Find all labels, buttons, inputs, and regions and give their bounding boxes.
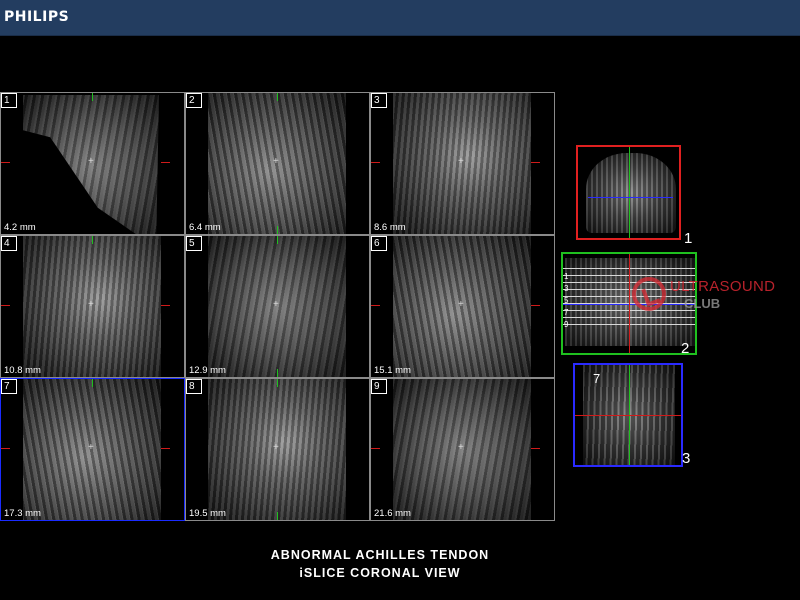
- slice-tile-3[interactable]: + 3 8.6 mm: [370, 92, 555, 235]
- ultrasound-club-logo-icon: [632, 277, 666, 311]
- red-marker: [371, 162, 380, 163]
- slice-tile-2[interactable]: + 2 6.4 mm: [185, 92, 370, 235]
- slice-depth: 4.2 mm: [4, 222, 36, 233]
- green-marker: [277, 369, 278, 377]
- slice-number: 8: [186, 379, 202, 394]
- green-marker: [629, 147, 630, 238]
- slice-depth: 6.4 mm: [189, 222, 221, 233]
- slice-depth: 15.1 mm: [374, 365, 411, 376]
- slice-mark: 9: [564, 320, 569, 329]
- title-bar: PHILIPS: [0, 0, 800, 36]
- green-marker: [277, 236, 278, 244]
- slice-depth: 10.8 mm: [4, 365, 41, 376]
- slice-depth: 8.6 mm: [374, 222, 406, 233]
- center-cross-icon: +: [273, 442, 279, 453]
- red-marker: [1, 162, 10, 163]
- red-marker: [371, 448, 380, 449]
- slice-mark: 1: [564, 272, 569, 281]
- slice-tile-8[interactable]: + 8 19.5 mm: [185, 378, 370, 521]
- center-cross-icon: +: [88, 442, 94, 453]
- slice-tile-6[interactable]: + 6 15.1 mm: [370, 235, 555, 378]
- slice-depth: 12.9 mm: [189, 365, 226, 376]
- center-cross-icon: +: [458, 442, 464, 453]
- center-cross-icon: +: [88, 299, 94, 310]
- reference-view-coronal[interactable]: 7: [573, 363, 683, 467]
- slice-tile-7[interactable]: + 7 17.3 mm: [0, 378, 185, 521]
- green-marker: [277, 226, 278, 234]
- slice-depth: 21.6 mm: [374, 508, 411, 519]
- center-cross-icon: +: [458, 156, 464, 167]
- red-marker: [1, 448, 10, 449]
- green-marker: [92, 236, 93, 244]
- slice-number: 9: [371, 379, 387, 394]
- brand-logo: PHILIPS: [4, 9, 70, 25]
- slice-number: 7: [1, 379, 17, 394]
- blue-marker: [588, 197, 673, 198]
- center-cross-icon: +: [88, 156, 94, 167]
- reference-label-1: 1: [684, 230, 693, 247]
- reference-label-3: 3: [682, 450, 691, 467]
- slice-number: 2: [186, 93, 202, 108]
- reference-label-2: 2: [681, 340, 690, 357]
- slice-number: 6: [371, 236, 387, 251]
- slice-number: 5: [186, 236, 202, 251]
- slice-depth: 19.5 mm: [189, 508, 226, 519]
- green-marker: [277, 512, 278, 520]
- watermark: ULTRASOUND CLUB: [632, 275, 792, 315]
- watermark-line1: ULTRASOUND: [670, 278, 776, 295]
- reference-view-axial[interactable]: [576, 145, 681, 240]
- red-marker: [629, 254, 630, 353]
- red-marker: [1, 305, 10, 306]
- red-marker: [161, 305, 170, 306]
- center-cross-icon: +: [458, 299, 464, 310]
- red-marker: [161, 162, 170, 163]
- slice-tile-4[interactable]: + 4 10.8 mm: [0, 235, 185, 378]
- slice-grid: + 1 4.2 mm + 2 6.4 mm + 3 8.6 mm + 4 10.…: [0, 92, 555, 521]
- red-marker: [531, 448, 540, 449]
- slice-tile-5[interactable]: + 5 12.9 mm: [185, 235, 370, 378]
- center-cross-icon: +: [273, 299, 279, 310]
- slice-tag: 7: [593, 371, 601, 386]
- red-marker: [531, 305, 540, 306]
- green-marker: [277, 379, 278, 387]
- slice-tile-9[interactable]: + 9 21.6 mm: [370, 378, 555, 521]
- slice-mark: 3: [564, 284, 569, 293]
- green-marker: [92, 93, 93, 101]
- slice-tile-1[interactable]: + 1 4.2 mm: [0, 92, 185, 235]
- slice-number: 1: [1, 93, 17, 108]
- slice-number: 4: [1, 236, 17, 251]
- slice-mark: 7: [564, 308, 569, 317]
- caption-title: ABNORMAL ACHILLES TENDON: [270, 548, 490, 562]
- watermark-line2: CLUB: [684, 296, 721, 311]
- red-marker: [531, 162, 540, 163]
- green-marker: [92, 379, 93, 387]
- green-marker: [277, 93, 278, 101]
- red-marker: [371, 305, 380, 306]
- red-marker: [161, 448, 170, 449]
- caption-subtitle: iSLICE CORONAL VIEW: [299, 566, 461, 580]
- center-cross-icon: +: [273, 156, 279, 167]
- slice-depth: 17.3 mm: [4, 508, 41, 519]
- red-marker: [575, 415, 681, 416]
- ultrasound-image: [586, 153, 676, 233]
- slice-number: 3: [371, 93, 387, 108]
